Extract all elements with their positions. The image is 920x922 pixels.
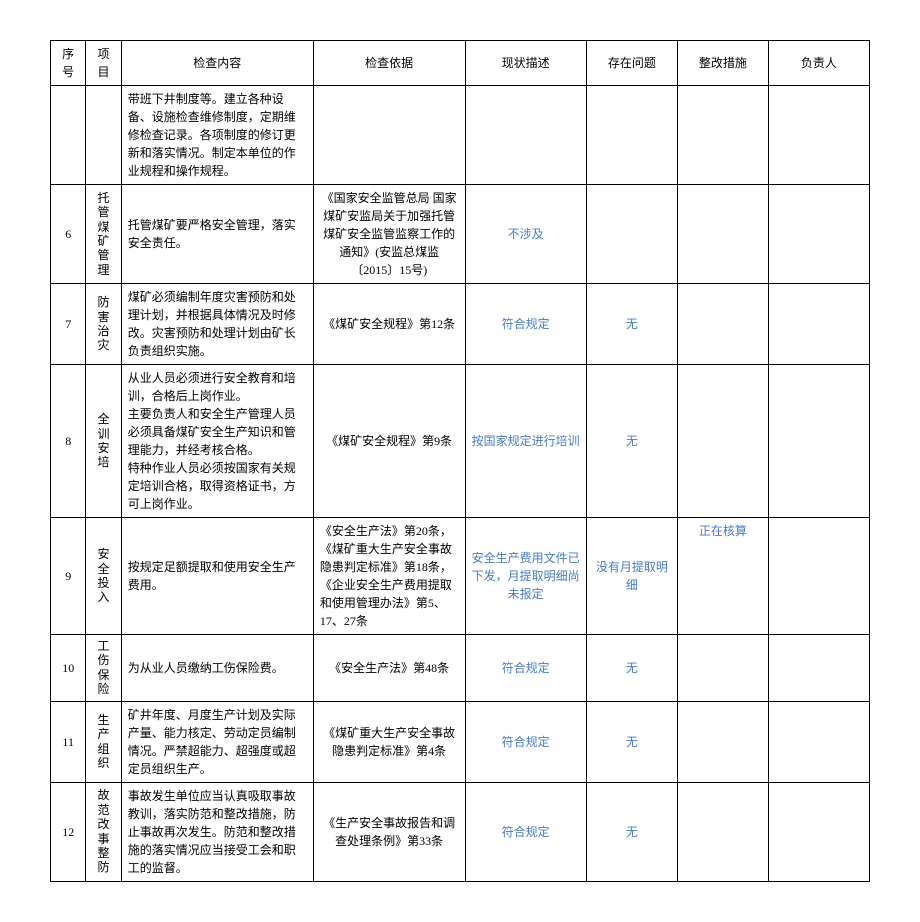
- header-item: 项目: [86, 41, 121, 86]
- cell-item: 安全投入: [86, 518, 121, 635]
- cell-seq: 7: [51, 284, 86, 365]
- cell-content: 事故发生单位应当认真吸取事故教训，落实防范和整改措施，防止事故再次发生。防范和整…: [121, 782, 313, 881]
- cell-person: [768, 86, 869, 185]
- cell-content: 托管煤矿要严格安全管理，落实安全责任。: [121, 185, 313, 284]
- table-body: 带班下井制度等。建立各种设备、设施检查维修制度，定期维修检查记录。各项制度的修订…: [51, 86, 870, 882]
- cell-basis: 《国家安全监管总局 国家煤矿安监局关于加强托管煤矿安全监管监察工作的通知》(安监…: [313, 185, 465, 284]
- cell-status: 符合规定: [465, 701, 586, 782]
- table-row: 8 全训安培 从业人员必须进行安全教育和培训，合格后上岗作业。 主要负责人和安全…: [51, 365, 870, 518]
- cell-measure: [677, 284, 768, 365]
- cell-seq: 11: [51, 701, 86, 782]
- cell-problem: 无: [586, 701, 677, 782]
- cell-seq: [51, 86, 86, 185]
- cell-basis: 《安全生产法》第20条，《煤矿重大生产安全事故隐患判定标准》第18条，《企业安全…: [313, 518, 465, 635]
- cell-problem: 无: [586, 284, 677, 365]
- cell-measure: [677, 86, 768, 185]
- cell-item: [86, 86, 121, 185]
- table-row: 带班下井制度等。建立各种设备、设施检查维修制度，定期维修检查记录。各项制度的修订…: [51, 86, 870, 185]
- table-row: 7 防害治灾 煤矿必须编制年度灾害预防和处理计划，并根据具体情况及时修改。灾害预…: [51, 284, 870, 365]
- cell-measure: [677, 782, 768, 881]
- inspection-table: 序号 项目 检查内容 检查依据 现状描述 存在问题 整改措施 负责人 带班下井制…: [50, 40, 870, 882]
- cell-content: 按规定足额提取和使用安全生产费用。: [121, 518, 313, 635]
- cell-person: [768, 518, 869, 635]
- cell-item: 防害治灾: [86, 284, 121, 365]
- cell-content: 为从业人员缴纳工伤保险费。: [121, 635, 313, 702]
- cell-measure: [677, 365, 768, 518]
- cell-problem: 无: [586, 782, 677, 881]
- cell-item: 生产组织: [86, 701, 121, 782]
- cell-person: [768, 701, 869, 782]
- cell-seq: 8: [51, 365, 86, 518]
- cell-person: [768, 635, 869, 702]
- cell-basis: 《安全生产法》第48条: [313, 635, 465, 702]
- table-row: 12 故范改事整防 事故发生单位应当认真吸取事故教训，落实防范和整改措施，防止事…: [51, 782, 870, 881]
- cell-basis: 《煤矿安全规程》第12条: [313, 284, 465, 365]
- cell-basis: [313, 86, 465, 185]
- cell-problem: [586, 185, 677, 284]
- table-row: 10 工伤保险 为从业人员缴纳工伤保险费。 《安全生产法》第48条 符合规定 无: [51, 635, 870, 702]
- cell-seq: 10: [51, 635, 86, 702]
- cell-problem: 无: [586, 635, 677, 702]
- header-content: 检查内容: [121, 41, 313, 86]
- header-status: 现状描述: [465, 41, 586, 86]
- table-header-row: 序号 项目 检查内容 检查依据 现状描述 存在问题 整改措施 负责人: [51, 41, 870, 86]
- cell-item: 托管煤矿管理: [86, 185, 121, 284]
- cell-person: [768, 284, 869, 365]
- cell-measure: [677, 701, 768, 782]
- cell-seq: 9: [51, 518, 86, 635]
- cell-status: 符合规定: [465, 284, 586, 365]
- cell-measure: [677, 635, 768, 702]
- header-problem: 存在问题: [586, 41, 677, 86]
- cell-item: 工伤保险: [86, 635, 121, 702]
- cell-problem: 没有月提取明细: [586, 518, 677, 635]
- cell-content: 带班下井制度等。建立各种设备、设施检查维修制度，定期维修检查记录。各项制度的修订…: [121, 86, 313, 185]
- cell-status: 安全生产费用文件已下发，月提取明细尚未报定: [465, 518, 586, 635]
- cell-person: [768, 185, 869, 284]
- table-row: 6 托管煤矿管理 托管煤矿要严格安全管理，落实安全责任。 《国家安全监管总局 国…: [51, 185, 870, 284]
- cell-status: 符合规定: [465, 782, 586, 881]
- header-seq: 序号: [51, 41, 86, 86]
- cell-problem: [586, 86, 677, 185]
- cell-basis: 《生产安全事故报告和调查处理条例》第33条: [313, 782, 465, 881]
- cell-person: [768, 782, 869, 881]
- cell-measure: [677, 185, 768, 284]
- cell-measure: 正在核算: [677, 518, 768, 635]
- header-measure: 整改措施: [677, 41, 768, 86]
- cell-content: 从业人员必须进行安全教育和培训，合格后上岗作业。 主要负责人和安全生产管理人员必…: [121, 365, 313, 518]
- cell-basis: 《煤矿安全规程》第9条: [313, 365, 465, 518]
- cell-person: [768, 365, 869, 518]
- cell-seq: 6: [51, 185, 86, 284]
- cell-item: 全训安培: [86, 365, 121, 518]
- cell-item: 故范改事整防: [86, 782, 121, 881]
- cell-content: 矿井年度、月度生产计划及实际产量、能力核定、劳动定员编制情况。严禁超能力、超强度…: [121, 701, 313, 782]
- header-basis: 检查依据: [313, 41, 465, 86]
- table-row: 9 安全投入 按规定足额提取和使用安全生产费用。 《安全生产法》第20条，《煤矿…: [51, 518, 870, 635]
- cell-status: [465, 86, 586, 185]
- cell-problem: 无: [586, 365, 677, 518]
- cell-seq: 12: [51, 782, 86, 881]
- cell-status: 符合规定: [465, 635, 586, 702]
- cell-status: 按国家规定进行培训: [465, 365, 586, 518]
- cell-basis: 《煤矿重大生产安全事故隐患判定标准》第4条: [313, 701, 465, 782]
- table-row: 11 生产组织 矿井年度、月度生产计划及实际产量、能力核定、劳动定员编制情况。严…: [51, 701, 870, 782]
- header-person: 负责人: [768, 41, 869, 86]
- cell-content: 煤矿必须编制年度灾害预防和处理计划，并根据具体情况及时修改。灾害预防和处理计划由…: [121, 284, 313, 365]
- cell-status: 不涉及: [465, 185, 586, 284]
